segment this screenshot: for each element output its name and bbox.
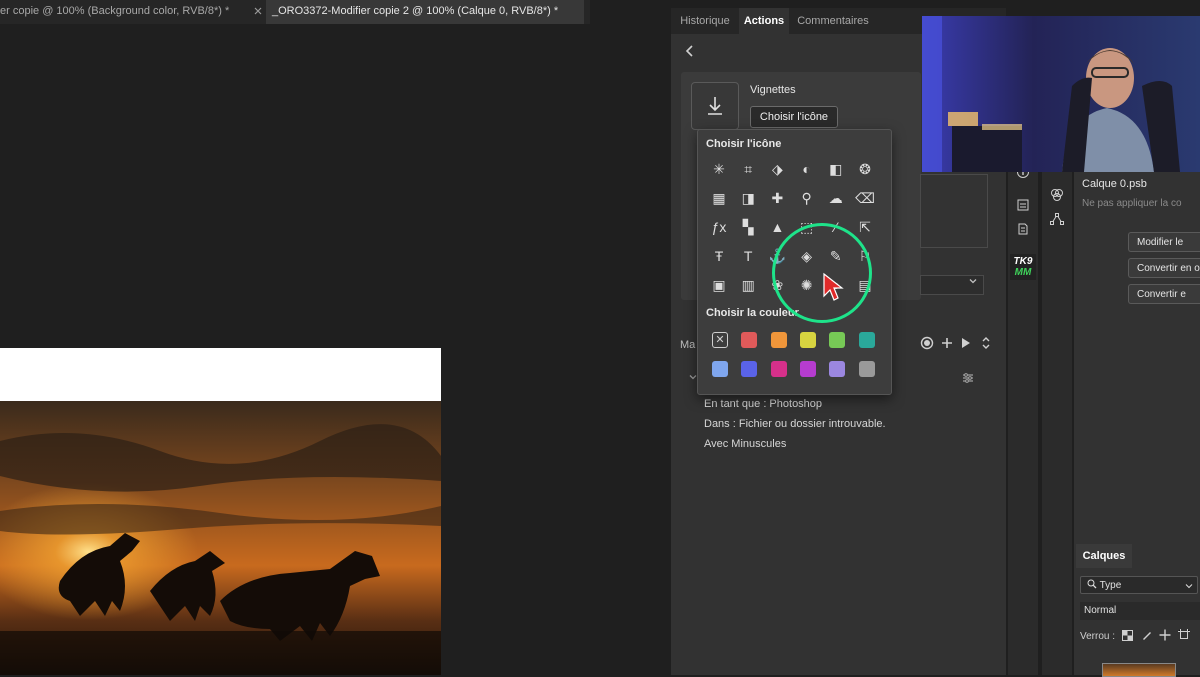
description-field[interactable] (920, 174, 988, 248)
lock-artboard-icon[interactable] (1178, 629, 1191, 641)
canvas-white-area[interactable] (0, 348, 441, 401)
notes-icon[interactable] (1008, 222, 1038, 239)
color-swatch[interactable] (858, 332, 875, 348)
document-tab-bar: er copie @ 100% (Background color, RVB/8… (0, 0, 590, 24)
color-swatch[interactable] (741, 332, 758, 348)
adjustment-icon[interactable]: ◐ (796, 158, 818, 180)
info-line-1: En tant que : Photoshop (704, 398, 823, 410)
mouse-cursor-icon (822, 272, 844, 305)
layer-filter-label: Type (1099, 580, 1122, 591)
paths-icon[interactable] (1042, 212, 1072, 229)
export-icon[interactable]: ⇱ (854, 216, 876, 238)
book-icon[interactable]: ▥ (737, 274, 759, 296)
color-picker-heading: Choisir la couleur (706, 307, 799, 319)
text-icon[interactable]: T (737, 245, 759, 267)
color-swatch[interactable] (799, 361, 816, 377)
grid-icon[interactable]: ▦ (708, 187, 730, 209)
download-icon (708, 97, 722, 115)
document-tab-1[interactable]: er copie @ 100% (Background color, RVB/8… (0, 0, 248, 24)
aperture-icon[interactable]: ❂ (854, 158, 876, 180)
color-swatch[interactable] (770, 332, 787, 348)
close-icon[interactable] (252, 5, 264, 17)
step-settings-icon[interactable] (961, 371, 975, 388)
layers-move-icon[interactable]: ⬗ (766, 158, 788, 180)
color-swatch[interactable] (829, 332, 846, 348)
properties-icon[interactable] (1008, 198, 1038, 215)
tab-historique[interactable]: Historique (673, 8, 737, 34)
side-toolbar-left (1008, 172, 1038, 675)
tk9-badge-line2: MM (1014, 267, 1032, 278)
tk9-plugin-badge[interactable]: TK9 MM (1010, 254, 1036, 280)
color-swatch[interactable] (858, 361, 875, 377)
info-line-3: Avec Minuscules (704, 438, 787, 450)
color-swatch[interactable] (770, 361, 787, 377)
comps-field[interactable]: Ne pas appliquer la co (1082, 195, 1200, 213)
chevron-down-icon[interactable] (968, 276, 978, 289)
tk9-badge-line1: TK9 (1013, 256, 1033, 267)
lock-position-icon[interactable] (1159, 629, 1171, 641)
actions-row-label: Ma (680, 339, 696, 351)
document-tab-1-label: er copie @ 100% (Background color, RVB/8… (0, 5, 230, 17)
action-icon-preview[interactable] (691, 82, 739, 130)
lock-row: Verrou : (1080, 629, 1191, 642)
blend-mode-select[interactable]: Normal (1080, 602, 1200, 620)
chevron-down-icon (1185, 584, 1193, 589)
channels-icon[interactable] (1042, 188, 1072, 205)
lock-label: Verrou : (1080, 631, 1116, 642)
text-cursor-icon[interactable]: Ŧ (708, 245, 730, 267)
play-icon[interactable] (960, 336, 972, 353)
crop-icon[interactable]: ⌗ (737, 158, 759, 180)
info-line-2: Dans : Fichier ou dossier introuvable. (704, 418, 886, 430)
image-icon[interactable]: ▣ (708, 274, 730, 296)
choose-icon-button[interactable]: Choisir l'icône (750, 106, 838, 128)
fx-icon[interactable]: ƒx (708, 216, 730, 238)
document-tab-2[interactable]: _ORO3372-Modifier copie 2 @ 100% (Calque… (266, 0, 584, 24)
tab-commentaires[interactable]: Commentaires (791, 8, 875, 34)
qr-icon[interactable]: ▚ (737, 216, 759, 238)
edit-contents-button[interactable]: Modifier le (1128, 232, 1200, 252)
color-swatch[interactable] (829, 361, 846, 377)
tab-calques[interactable]: Calques (1076, 544, 1132, 568)
triangle-icon[interactable]: ▲ (766, 216, 788, 238)
magnifier-icon[interactable]: ⚲ (796, 187, 818, 209)
back-arrow-icon[interactable] (684, 44, 696, 61)
smart-object-name: Calque 0.psb (1082, 178, 1147, 190)
magic-wand-icon[interactable]: ✳ (708, 158, 730, 180)
document-tab-2-label: _ORO3372-Modifier copie 2 @ 100% (Calque… (272, 5, 559, 17)
webcam-overlay (922, 16, 1200, 172)
action-title: Vignettes (750, 84, 796, 96)
gradient-icon[interactable]: ◧ (825, 158, 847, 180)
lock-transparency-icon[interactable] (1121, 630, 1133, 641)
search-icon (1087, 579, 1097, 589)
convert-to-linked-button[interactable]: Convertir en o (1128, 258, 1200, 278)
color-swatch[interactable] (741, 361, 758, 377)
record-icon[interactable] (920, 336, 934, 353)
mask-icon[interactable]: ◨ (737, 187, 759, 209)
expand-collapse-icon[interactable] (981, 336, 991, 353)
add-step-icon[interactable] (940, 336, 954, 353)
cloud-icon[interactable]: ☁ (825, 187, 847, 209)
healing-brush-icon[interactable]: ✚ (766, 187, 788, 209)
layer-filter-select[interactable]: Type (1080, 576, 1198, 594)
color-swatch[interactable] (712, 361, 728, 377)
canvas-photo[interactable] (0, 401, 441, 675)
convert-to-layers-button[interactable]: Convertir e (1128, 284, 1200, 304)
icon-picker-heading: Choisir l'icône (706, 138, 782, 150)
color-swatch[interactable] (799, 332, 816, 348)
tab-actions[interactable]: Actions (739, 8, 789, 34)
properties-panel (1074, 172, 1200, 542)
side-toolbar-right (1042, 172, 1072, 675)
eraser-icon[interactable]: ⌫ (854, 187, 876, 209)
color-swatch-none[interactable]: ✕ (712, 332, 728, 348)
lock-pixels-icon[interactable] (1141, 629, 1153, 641)
